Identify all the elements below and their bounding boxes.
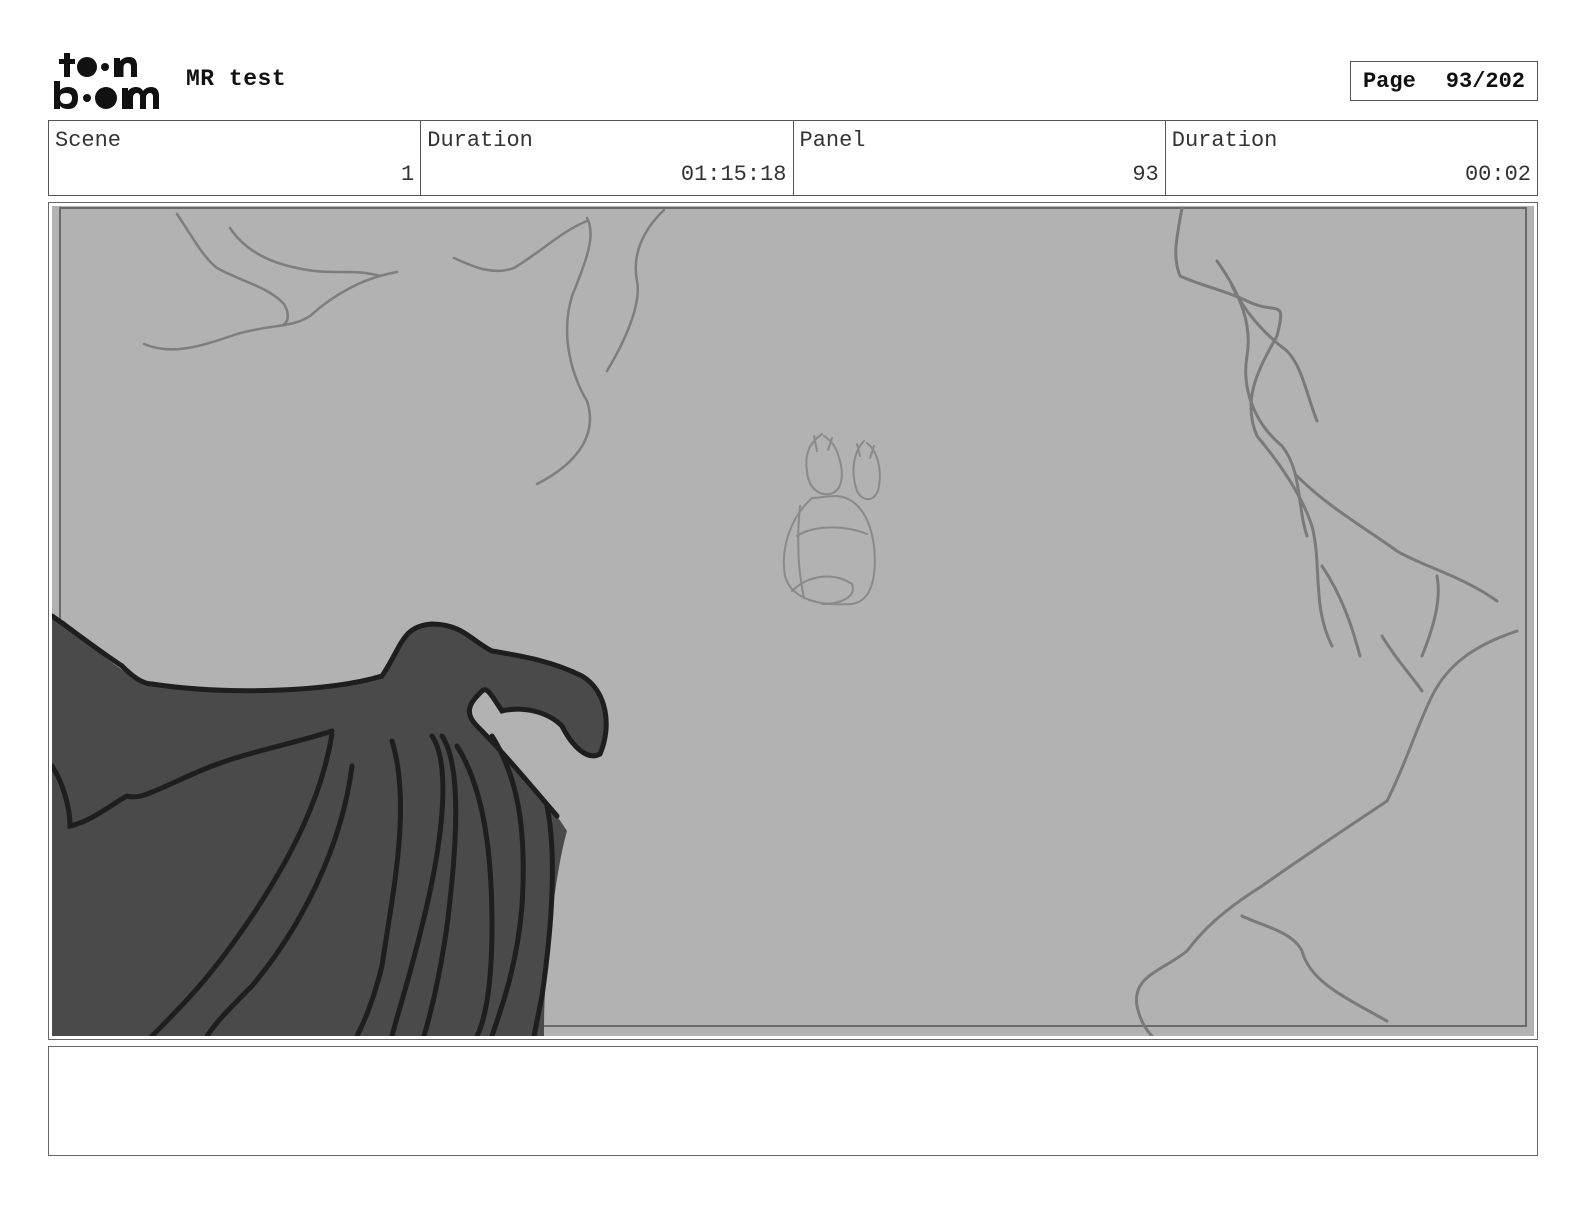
panel-duration-value: 00:02 — [1464, 162, 1531, 187]
project-title: MR test — [186, 66, 287, 92]
page-indicator: Page 93/202 — [1350, 61, 1538, 101]
scene-cell: Scene 1 — [49, 121, 422, 195]
panel-cell: Panel 93 — [794, 121, 1166, 195]
panel-duration-label: Duration — [1171, 128, 1278, 153]
scene-duration-cell: Duration 01:15:18 — [421, 121, 794, 195]
panel-info-row: Scene 1 Duration 01:15:18 Panel 93 Durat… — [48, 120, 1538, 196]
scene-duration-label: Duration — [427, 128, 533, 153]
panel-value: 93 — [1132, 162, 1159, 187]
panel-duration-cell: Duration 00:02 — [1166, 121, 1537, 195]
scene-duration-value: 01:15:18 — [680, 162, 787, 187]
scene-value: 1 — [401, 162, 415, 187]
page-label: Page — [1362, 68, 1416, 94]
page-number: 93/202 — [1445, 68, 1526, 94]
storyboard-sketch — [52, 206, 1534, 1036]
panel-label: Panel — [799, 128, 866, 153]
scene-label: Scene — [55, 128, 122, 153]
toon-boom-logo — [54, 53, 159, 109]
dialogue-notes-box[interactable] — [48, 1046, 1538, 1156]
